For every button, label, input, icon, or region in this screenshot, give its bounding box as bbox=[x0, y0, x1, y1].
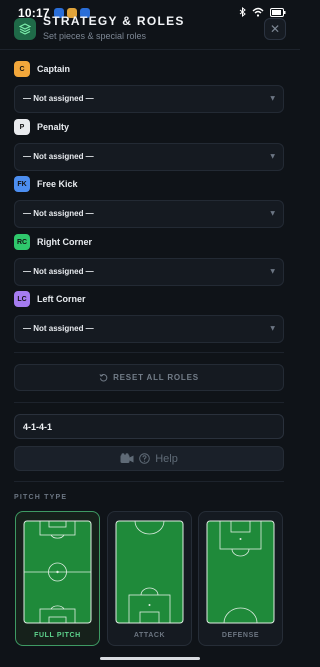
select-value: — Not assigned — bbox=[23, 324, 94, 333]
chevron-down-icon: ▼ bbox=[270, 210, 275, 217]
strategy-logo bbox=[14, 18, 36, 40]
chevron-down-icon: ▼ bbox=[270, 153, 275, 160]
role-label: Free Kick bbox=[37, 179, 78, 189]
chevron-down-icon: ▼ bbox=[270, 325, 275, 332]
chevron-down-icon: ▼ bbox=[270, 95, 275, 102]
layers-icon bbox=[19, 23, 31, 35]
section-divider bbox=[14, 352, 284, 353]
reset-label: RESET ALL ROLES bbox=[113, 373, 199, 382]
pitch-option-full-pitch[interactable]: FULL PITCH bbox=[15, 511, 100, 646]
close-button[interactable]: ✕ bbox=[264, 18, 286, 40]
section-divider bbox=[14, 481, 284, 482]
right-corner-badge: RC bbox=[14, 234, 30, 250]
role-label: Captain bbox=[37, 64, 71, 74]
pitch-option-label: ATTACK bbox=[133, 632, 166, 639]
reset-icon bbox=[99, 374, 108, 382]
select-value: — Not assigned — bbox=[23, 209, 94, 218]
header: STRATEGY & ROLES Set pieces & special ro… bbox=[0, 10, 300, 50]
pitch-option-label: FULL PITCH bbox=[34, 632, 81, 639]
select-value: — Not assigned — bbox=[23, 267, 94, 276]
pitch-option-attack[interactable]: ATTACK bbox=[107, 511, 192, 646]
full-pitch-preview bbox=[23, 520, 92, 624]
role-label: Penalty bbox=[37, 122, 70, 132]
chevron-down-icon: ▼ bbox=[270, 268, 275, 275]
header-divider bbox=[0, 49, 300, 50]
formation-value: 4-1-4-1 bbox=[23, 422, 53, 432]
close-icon: ✕ bbox=[269, 22, 281, 36]
penalty-badge: P bbox=[14, 119, 30, 135]
help-label: Help bbox=[155, 452, 178, 465]
home-indicator[interactable] bbox=[100, 657, 200, 660]
role-right-corner: RC Right Corner — Not assigned — ▼ bbox=[14, 234, 284, 286]
camera-icon bbox=[120, 453, 134, 463]
role-captain: C Captain — Not assigned — ▼ bbox=[14, 61, 284, 113]
page-subtitle: Set pieces & special roles bbox=[43, 31, 147, 41]
attack-pitch-preview bbox=[115, 520, 184, 624]
penalty-select[interactable]: — Not assigned — ▼ bbox=[14, 143, 284, 171]
left-corner-select[interactable]: — Not assigned — ▼ bbox=[14, 315, 284, 343]
role-left-corner: LC Left Corner — Not assigned — ▼ bbox=[14, 291, 284, 343]
question-icon bbox=[139, 453, 150, 464]
free-kick-badge: FK bbox=[14, 176, 30, 192]
section-divider bbox=[14, 402, 284, 403]
defense-pitch-preview bbox=[206, 520, 275, 624]
role-penalty: P Penalty — Not assigned — ▼ bbox=[14, 119, 284, 171]
page-title: STRATEGY & ROLES bbox=[43, 14, 185, 28]
role-label: Left Corner bbox=[37, 294, 86, 304]
formation-input[interactable]: 4-1-4-1 bbox=[14, 414, 284, 439]
pitch-option-defense[interactable]: DEFENSE bbox=[198, 511, 283, 646]
free-kick-select[interactable]: — Not assigned — ▼ bbox=[14, 200, 284, 228]
pitch-option-label: DEFENSE bbox=[221, 632, 260, 639]
captain-select[interactable]: — Not assigned — ▼ bbox=[14, 85, 284, 113]
captain-badge: C bbox=[14, 61, 30, 77]
reset-all-roles-button[interactable]: RESET ALL ROLES bbox=[14, 364, 284, 391]
help-button[interactable]: Help bbox=[14, 446, 284, 471]
role-free-kick: FK Free Kick — Not assigned — ▼ bbox=[14, 176, 284, 228]
left-corner-badge: LC bbox=[14, 291, 30, 307]
pitch-type-title: PITCH TYPE bbox=[14, 494, 68, 501]
right-corner-select[interactable]: — Not assigned — ▼ bbox=[14, 258, 284, 286]
role-label: Right Corner bbox=[37, 237, 92, 247]
select-value: — Not assigned — bbox=[23, 94, 94, 103]
select-value: — Not assigned — bbox=[23, 152, 94, 161]
